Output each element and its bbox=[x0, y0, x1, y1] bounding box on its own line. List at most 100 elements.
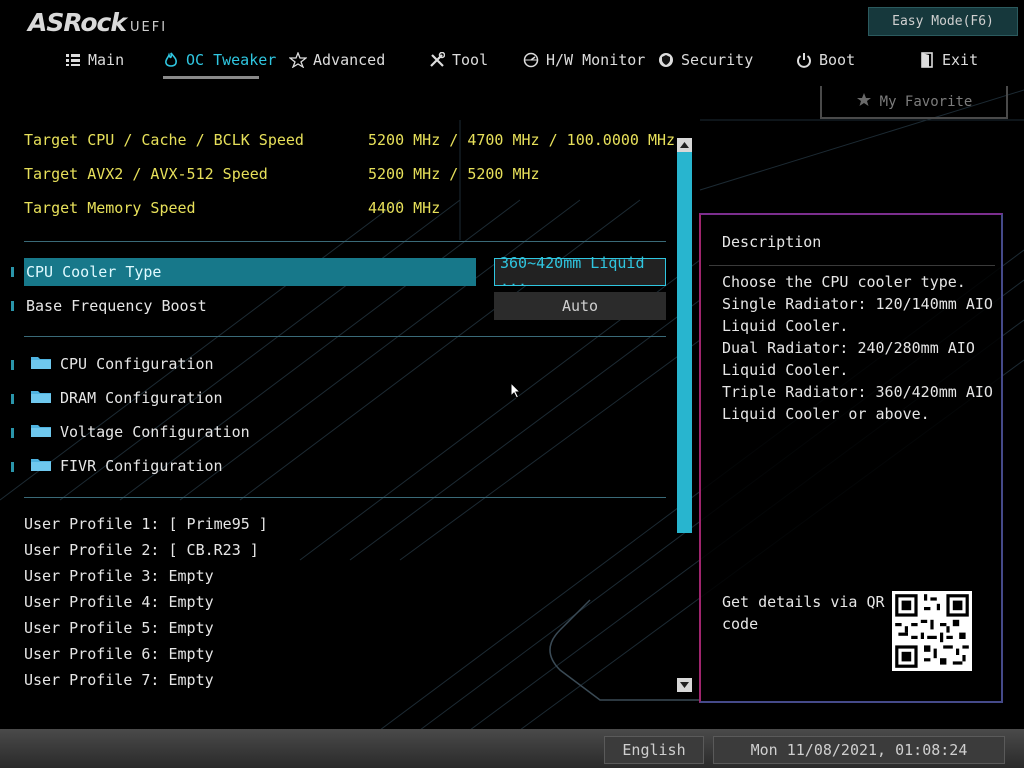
row-marker bbox=[11, 394, 14, 404]
row-marker bbox=[11, 462, 14, 472]
target-row-cpu: Target CPU / Cache / BCLK Speed 5200 MHz… bbox=[24, 131, 675, 153]
tab-tool-label: Tool bbox=[452, 51, 489, 69]
datetime-display[interactable]: Mon 11/08/2021, 01:08:24 bbox=[713, 736, 1005, 764]
easy-mode-label: Easy Mode(F6) bbox=[892, 14, 994, 29]
tab-tool[interactable]: Tool bbox=[428, 46, 488, 74]
description-line: Liquid Cooler. bbox=[722, 361, 849, 379]
row-marker bbox=[11, 428, 14, 438]
cpu-cooler-type-dropdown[interactable]: 360~420mm Liquid ... bbox=[494, 254, 666, 290]
mouse-cursor-icon bbox=[510, 381, 522, 404]
tab-hw-monitor-label: H/W Monitor bbox=[546, 51, 646, 69]
my-favorite-label: My Favorite bbox=[879, 93, 973, 110]
description-title: Description bbox=[722, 233, 822, 251]
description-panel: Description Choose the CPU cooler type. … bbox=[699, 213, 1003, 703]
target-label: Target Memory Speed bbox=[24, 199, 196, 217]
flame-icon bbox=[162, 51, 180, 69]
description-line: Choose the CPU cooler type. bbox=[722, 273, 966, 291]
folder-icon bbox=[30, 388, 52, 408]
my-favorite-button[interactable]: My Favorite bbox=[820, 86, 1008, 119]
folder-cpu-configuration[interactable]: CPU Configuration bbox=[30, 352, 214, 376]
easy-mode-button[interactable]: Easy Mode(F6) bbox=[868, 7, 1018, 36]
user-profile-7[interactable]: User Profile 7: Empty bbox=[24, 671, 214, 691]
exit-door-icon bbox=[918, 51, 936, 69]
folder-label: CPU Configuration bbox=[60, 355, 214, 373]
datetime-label: Mon 11/08/2021, 01:08:24 bbox=[750, 741, 968, 759]
list-icon bbox=[64, 51, 82, 69]
target-row-avx: Target AVX2 / AVX-512 Speed 5200 MHz / 5… bbox=[24, 165, 540, 187]
tab-main-label: Main bbox=[88, 51, 125, 69]
target-value: 4400 MHz bbox=[368, 199, 441, 217]
tab-boot-label: Boot bbox=[819, 51, 856, 69]
description-line: Liquid Cooler or above. bbox=[722, 405, 930, 423]
language-label: English bbox=[622, 741, 686, 759]
user-profile-3[interactable]: User Profile 3: Empty bbox=[24, 567, 214, 587]
folder-label: Voltage Configuration bbox=[60, 423, 250, 441]
asrock-logo: ASRock UEFI bbox=[28, 8, 167, 37]
folder-icon bbox=[30, 354, 52, 374]
tab-security[interactable]: Security bbox=[657, 46, 753, 74]
active-tab-indicator bbox=[163, 76, 259, 79]
tab-advanced-label: Advanced bbox=[313, 51, 386, 69]
star-icon bbox=[289, 51, 307, 69]
main-nav: Main OC Tweaker Advanced Tool H/W Monito… bbox=[0, 46, 1024, 78]
folder-label: FIVR Configuration bbox=[60, 457, 223, 475]
tab-boot[interactable]: Boot bbox=[795, 46, 855, 74]
target-label: Target AVX2 / AVX-512 Speed bbox=[24, 165, 268, 183]
setting-cpu-cooler-type[interactable]: CPU Cooler Type 360~420mm Liquid ... bbox=[24, 254, 666, 290]
folder-icon bbox=[30, 422, 52, 442]
qr-caption: code bbox=[722, 615, 759, 633]
monitor-gauge-icon bbox=[522, 51, 540, 69]
section-divider bbox=[24, 336, 666, 337]
target-row-memory: Target Memory Speed 4400 MHz bbox=[24, 199, 440, 221]
description-line: Liquid Cooler. bbox=[722, 317, 849, 335]
scrollbar-thumb[interactable] bbox=[677, 152, 692, 533]
arrow-down-icon bbox=[680, 682, 689, 688]
tab-oc-tweaker-label: OC Tweaker bbox=[186, 51, 277, 69]
tab-exit[interactable]: Exit bbox=[918, 46, 978, 74]
user-profile-2[interactable]: User Profile 2: [ CB.R23 ] bbox=[24, 541, 259, 561]
folder-fivr-configuration[interactable]: FIVR Configuration bbox=[30, 454, 223, 478]
folder-voltage-configuration[interactable]: Voltage Configuration bbox=[30, 420, 250, 444]
base-frequency-boost-dropdown[interactable]: Auto bbox=[494, 292, 666, 320]
setting-label: CPU Cooler Type bbox=[24, 258, 476, 286]
shield-icon bbox=[657, 51, 675, 69]
target-label: Target CPU / Cache / BCLK Speed bbox=[24, 131, 304, 149]
tab-security-label: Security bbox=[681, 51, 754, 69]
scroll-up-button[interactable] bbox=[677, 138, 692, 152]
description-line: Triple Radiator: 360/420mm AIO bbox=[722, 383, 993, 401]
setting-label: Base Frequency Boost bbox=[26, 297, 207, 315]
logo-suffix: UEFI bbox=[129, 20, 168, 35]
tab-hw-monitor[interactable]: H/W Monitor bbox=[522, 46, 645, 74]
qr-code bbox=[892, 591, 972, 671]
description-line: Dual Radiator: 240/280mm AIO bbox=[722, 339, 975, 357]
description-line: Single Radiator: 120/140mm AIO bbox=[722, 295, 993, 313]
logo-text: ASRock bbox=[28, 8, 127, 37]
tab-exit-label: Exit bbox=[942, 51, 979, 69]
description-divider bbox=[709, 265, 995, 266]
section-divider bbox=[24, 241, 666, 242]
qr-caption: Get details via QR bbox=[722, 593, 885, 611]
folder-icon bbox=[30, 456, 52, 476]
power-icon bbox=[795, 51, 813, 69]
language-button[interactable]: English bbox=[604, 736, 704, 764]
section-divider bbox=[24, 497, 666, 498]
row-marker bbox=[11, 267, 14, 277]
scroll-down-button[interactable] bbox=[677, 678, 692, 692]
star-icon bbox=[856, 92, 872, 111]
setting-base-frequency-boost[interactable]: Base Frequency Boost Auto bbox=[24, 292, 666, 320]
row-marker bbox=[11, 360, 14, 370]
target-value: 5200 MHz / 5200 MHz bbox=[368, 165, 540, 183]
folder-dram-configuration[interactable]: DRAM Configuration bbox=[30, 386, 223, 410]
user-profile-4[interactable]: User Profile 4: Empty bbox=[24, 593, 214, 613]
tab-main[interactable]: Main bbox=[64, 46, 124, 74]
tab-oc-tweaker[interactable]: OC Tweaker bbox=[162, 46, 276, 74]
arrow-up-icon bbox=[680, 142, 689, 148]
row-marker bbox=[11, 301, 14, 311]
user-profile-6[interactable]: User Profile 6: Empty bbox=[24, 645, 214, 665]
user-profile-5[interactable]: User Profile 5: Empty bbox=[24, 619, 214, 639]
tools-icon bbox=[428, 51, 446, 69]
folder-label: DRAM Configuration bbox=[60, 389, 223, 407]
tab-advanced[interactable]: Advanced bbox=[289, 46, 385, 74]
user-profile-1[interactable]: User Profile 1: [ Prime95 ] bbox=[24, 515, 268, 535]
target-value: 5200 MHz / 4700 MHz / 100.0000 MHz bbox=[368, 131, 676, 149]
